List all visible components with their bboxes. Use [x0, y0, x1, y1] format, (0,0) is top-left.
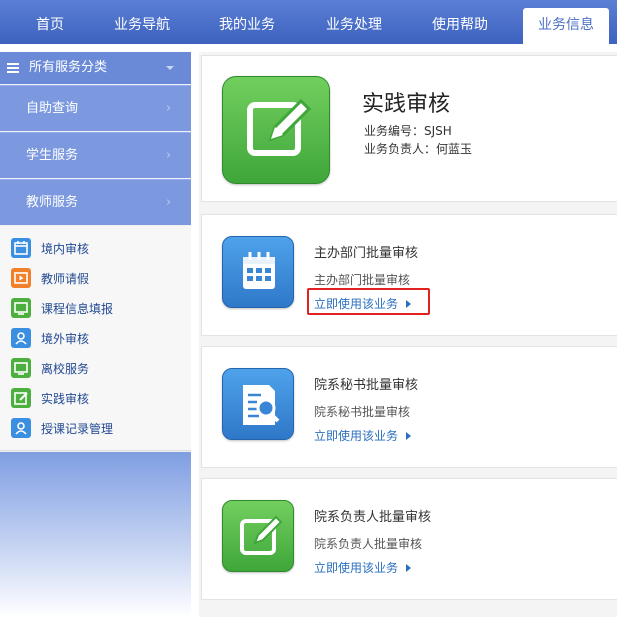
monitor-icon	[11, 358, 31, 378]
service-card-head-review: 院系负责人批量审核 院系负责人批量审核 立即使用该业务	[201, 478, 617, 600]
sidebar-item-label: 离校服务	[41, 362, 90, 376]
tab-service-nav[interactable]: 业务导航	[106, 0, 178, 44]
sidebar-item-label: 课程信息填报	[41, 302, 114, 316]
sidebar-background-fade	[0, 452, 191, 617]
service-card-title: 院系秘书批量审核	[314, 378, 419, 393]
use-service-link[interactable]: 立即使用该业务	[314, 559, 412, 576]
edit-icon	[11, 388, 31, 408]
sidebar-header-label: 所有服务分类	[29, 60, 108, 75]
sidebar-item-course-info[interactable]: 课程信息填报	[11, 298, 189, 318]
tab-service-info[interactable]: 业务信息	[523, 8, 609, 44]
sidebar-item-label: 授课记录管理	[41, 422, 114, 436]
sidebar-category-teacher[interactable]: 教师服务 ›	[0, 179, 191, 225]
link-label: 立即使用该业务	[314, 429, 399, 443]
sidebar-item-teaching-records[interactable]: 授课记录管理	[11, 418, 189, 438]
chevron-down-icon	[166, 66, 174, 70]
tab-service-processing[interactable]: 业务处理	[318, 0, 390, 44]
service-card-subtitle: 主办部门批量审核	[314, 273, 411, 287]
sidebar-item-label: 境内审核	[41, 242, 90, 256]
person-icon	[11, 418, 31, 438]
service-card-title: 院系负责人批量审核	[314, 510, 432, 525]
main-content: 实践审核 业务编号：SJSH 业务负责人：何蓝玉 主办部门批量审核 主办部门批量…	[199, 52, 617, 617]
service-summary-card: 实践审核 业务编号：SJSH 业务负责人：何蓝玉	[201, 55, 617, 202]
sidebar-item-teacher-leave[interactable]: 教师请假	[11, 268, 189, 288]
sidebar-item-label: 境外审核	[41, 332, 90, 346]
calendar-icon	[11, 238, 31, 258]
sidebar-category-label: 教师服务	[26, 195, 79, 210]
sidebar-item-label: 实践审核	[41, 392, 90, 406]
tab-help[interactable]: 使用帮助	[424, 0, 496, 44]
page-title: 实践审核	[362, 92, 451, 117]
service-card-subtitle: 院系负责人批量审核	[314, 537, 423, 551]
calendar-icon	[222, 236, 294, 308]
triangle-right-icon	[406, 564, 412, 572]
sidebar-category-student[interactable]: 学生服务 ›	[0, 132, 191, 178]
document-search-icon	[222, 368, 294, 440]
sidebar-item-label: 教师请假	[41, 272, 90, 286]
chevron-right-icon: ›	[166, 148, 172, 163]
tab-my-services[interactable]: 我的业务	[211, 0, 283, 44]
service-card-subtitle: 院系秘书批量审核	[314, 405, 411, 419]
use-service-link[interactable]: 立即使用该业务	[314, 427, 412, 444]
list-icon	[7, 63, 19, 73]
sidebar-service-list: 境内审核 教师请假 课程信息填报 境外审核 离校服务 实践审核 授课记录管理	[0, 226, 191, 451]
service-owner: 业务负责人：何蓝玉	[364, 142, 473, 156]
top-nav: 首页 业务导航 我的业务 业务处理 使用帮助 业务信息	[0, 0, 617, 44]
use-service-link[interactable]: 立即使用该业务	[314, 295, 412, 312]
sidebar-item-domestic-review[interactable]: 境内审核	[11, 238, 189, 258]
chevron-right-icon: ›	[166, 195, 172, 210]
triangle-right-icon	[406, 300, 412, 308]
service-card-title: 主办部门批量审核	[314, 246, 419, 261]
sidebar-category-self-query[interactable]: 自助查询 ›	[0, 85, 191, 131]
sidebar-header[interactable]: 所有服务分类	[0, 52, 191, 84]
sidebar-item-leaving-school[interactable]: 离校服务	[11, 358, 189, 378]
sidebar-item-overseas-review[interactable]: 境外审核	[11, 328, 189, 348]
chevron-right-icon: ›	[166, 101, 172, 116]
service-code: 业务编号：SJSH	[364, 124, 452, 138]
link-label: 立即使用该业务	[314, 561, 399, 575]
service-card-department-review: 主办部门批量审核 主办部门批量审核 立即使用该业务	[201, 214, 617, 336]
edit-icon	[222, 500, 294, 572]
link-label: 立即使用该业务	[314, 297, 399, 311]
triangle-right-icon	[406, 432, 412, 440]
sidebar-category-label: 学生服务	[26, 148, 79, 163]
sidebar-item-practice-review[interactable]: 实践审核	[11, 388, 189, 408]
sidebar: 所有服务分类 自助查询 › 学生服务 › 教师服务 › 境内审核 教师请假 课程…	[0, 52, 191, 617]
service-card-secretary-review: 院系秘书批量审核 院系秘书批量审核 立即使用该业务	[201, 346, 617, 468]
monitor-icon	[11, 298, 31, 318]
tab-home[interactable]: 首页	[19, 0, 81, 44]
edit-icon	[222, 76, 330, 184]
sidebar-category-label: 自助查询	[26, 101, 79, 116]
play-icon	[11, 268, 31, 288]
person-icon	[11, 328, 31, 348]
